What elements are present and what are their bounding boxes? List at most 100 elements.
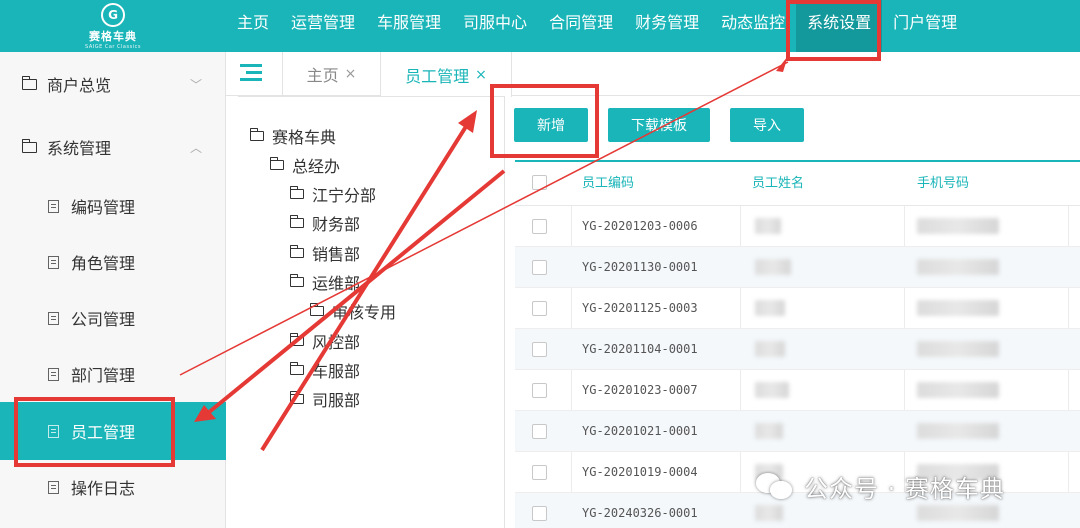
sidebar-group-system-management[interactable]: 系统管理 ︿ (0, 127, 226, 167)
tree-node[interactable]: 运维部 (289, 268, 360, 296)
document-icon (48, 255, 59, 269)
top-bar: G 赛格车典 SAIGE Car Classics 主页 运营管理 车服管理 司… (0, 0, 1080, 52)
folder-icon (289, 245, 304, 258)
tree-node-label: 赛格车典 (272, 128, 337, 147)
blurred-name (755, 300, 785, 316)
select-all-checkbox[interactable] (532, 175, 547, 190)
chevron-down-icon: ﹀ (189, 77, 202, 92)
blurred-name (755, 341, 785, 357)
blurred-phone (917, 218, 999, 234)
sidebar-item-label: 公司管理 (71, 310, 136, 329)
top-nav-contracts[interactable]: 合同管理 (538, 0, 624, 52)
wechat-icon (756, 471, 794, 501)
employee-code-cell: YG-20201021-0001 (582, 424, 698, 438)
employee-code-cell: YG-20240326-0001 (582, 506, 698, 520)
sidebar-item-role-management[interactable]: 角色管理 (0, 240, 226, 284)
folder-icon (249, 128, 264, 141)
blurred-phone (917, 341, 999, 357)
tab-home[interactable]: 主页 × (282, 52, 380, 96)
folder-icon (21, 75, 37, 90)
row-checkbox[interactable] (532, 260, 547, 275)
close-icon[interactable]: × (475, 67, 487, 83)
top-nav-monitoring[interactable]: 动态监控 (710, 0, 796, 52)
tree-node[interactable]: 总经办 (269, 151, 341, 179)
folder-icon (289, 391, 304, 404)
folder-icon (269, 157, 284, 170)
folder-icon (309, 303, 324, 316)
blurred-name (755, 423, 783, 439)
blurred-phone (917, 505, 999, 521)
column-header-employee-code[interactable]: 员工编码 (582, 162, 634, 206)
sidebar-group-label: 商户总览 (47, 76, 112, 95)
brand-subtitle: SAIGE Car Classics (85, 43, 141, 50)
tree-node[interactable]: 风控部 (289, 327, 361, 355)
table-row[interactable]: YG-20201130-0001 (515, 247, 1080, 288)
table-row[interactable]: YG-20201104-0001 (515, 329, 1080, 370)
blurred-name (755, 259, 791, 275)
tree-node-label: 司服部 (312, 391, 361, 410)
blurred-name (755, 505, 783, 521)
tree-node-label: 总经办 (292, 157, 341, 176)
blurred-phone (917, 300, 999, 316)
document-icon (48, 367, 59, 381)
row-checkbox[interactable] (532, 506, 547, 521)
annotation-box-system-settings (786, 0, 881, 61)
sidebar-item-company-management[interactable]: 公司管理 (0, 296, 226, 340)
tree-node[interactable]: 审核专用 (309, 297, 396, 325)
row-checkbox[interactable] (532, 383, 547, 398)
folder-icon (289, 333, 304, 346)
table-header: 员工编码 员工姓名 手机号码 (515, 162, 1080, 206)
tree-node-label: 风控部 (312, 333, 361, 352)
annotation-box-add-button (490, 84, 599, 158)
tree-node-label: 车服部 (312, 362, 361, 381)
table-row[interactable]: YG-20201023-0007 (515, 370, 1080, 411)
brand-logo[interactable]: G 赛格车典 SAIGE Car Classics (0, 0, 226, 52)
blurred-phone (917, 423, 999, 439)
top-nav-portal[interactable]: 门户管理 (882, 0, 968, 52)
menu-toggle-icon[interactable] (240, 64, 262, 82)
download-template-button[interactable]: 下载模板 (608, 108, 710, 142)
sidebar-item-department-management[interactable]: 部门管理 (0, 352, 226, 396)
close-icon[interactable]: × (345, 66, 357, 82)
blurred-name (755, 382, 789, 398)
sidebar-item-label: 角色管理 (71, 254, 136, 273)
table-row[interactable]: YG-20201203-0006 (515, 206, 1080, 247)
folder-icon (289, 274, 304, 287)
top-nav-finance[interactable]: 财务管理 (624, 0, 710, 52)
import-button[interactable]: 导入 (730, 108, 804, 142)
tree-node[interactable]: 车服部 (289, 356, 361, 384)
row-checkbox[interactable] (532, 465, 547, 480)
tree-node[interactable]: 江宁分部 (289, 180, 377, 208)
tree-node[interactable]: 销售部 (289, 239, 361, 267)
top-nav-driver-center[interactable]: 司服中心 (452, 0, 538, 52)
sidebar-item-operation-log[interactable]: 操作日志 (0, 465, 226, 509)
employee-code-cell: YG-20201130-0001 (582, 260, 698, 274)
employee-code-cell: YG-20201023-0007 (582, 383, 698, 397)
top-nav-home[interactable]: 主页 (226, 0, 280, 52)
tab-label: 主页 (306, 66, 339, 85)
sidebar-item-code-management[interactable]: 编码管理 (0, 184, 226, 228)
row-checkbox[interactable] (532, 342, 547, 357)
table-row[interactable]: YG-20201125-0003 (515, 288, 1080, 329)
tree-node-label: 江宁分部 (312, 186, 377, 205)
row-checkbox[interactable] (532, 424, 547, 439)
document-icon (48, 199, 59, 213)
sidebar-group-merchant-overview[interactable]: 商户总览 ﹀ (0, 64, 226, 104)
top-nav-vehicle-service[interactable]: 车服管理 (366, 0, 452, 52)
row-checkbox[interactable] (532, 219, 547, 234)
employee-code-cell: YG-20201125-0003 (582, 301, 698, 315)
folder-icon (289, 215, 304, 228)
row-checkbox[interactable] (532, 301, 547, 316)
table-row[interactable]: YG-20201021-0001 (515, 411, 1080, 452)
sidebar-group-label: 系统管理 (47, 139, 112, 158)
tree-node[interactable]: 司服部 (289, 385, 361, 413)
chevron-up-icon: ︿ (189, 140, 202, 155)
employee-code-cell: YG-20201104-0001 (582, 342, 698, 356)
top-nav-operations[interactable]: 运营管理 (280, 0, 366, 52)
department-tree: 赛格车典 总经办 江宁分部 财务部 销售部 运维部 审核专用 风控部 车服部 司… (238, 96, 505, 528)
tree-node[interactable]: 赛格车典 (249, 122, 337, 150)
tree-node-label: 销售部 (312, 245, 361, 264)
tree-node[interactable]: 财务部 (289, 209, 360, 237)
column-header-employee-name[interactable]: 员工姓名 (752, 162, 804, 206)
column-header-phone[interactable]: 手机号码 (917, 162, 969, 206)
